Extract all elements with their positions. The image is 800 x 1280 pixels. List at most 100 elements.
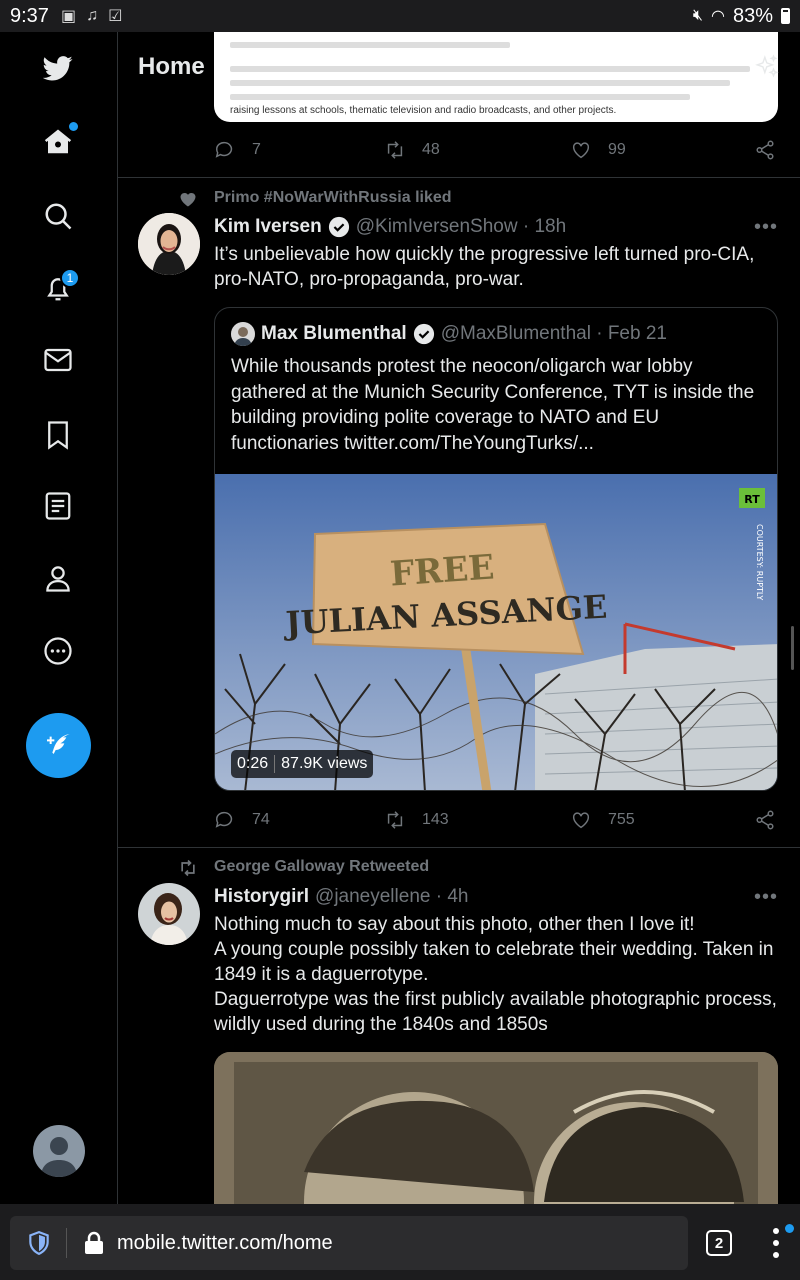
url-text[interactable]: mobile.twitter.com/home — [117, 1232, 333, 1255]
tweet-text-line: A young couple possibly taken to celebra… — [214, 939, 774, 985]
liked-heart-icon — [180, 193, 196, 207]
lists-icon — [45, 492, 71, 520]
sidebar-item-home[interactable] — [34, 118, 82, 166]
divider — [118, 177, 800, 178]
share-button[interactable] — [754, 809, 776, 831]
twitter-logo-icon[interactable] — [34, 44, 82, 92]
timeline: raising lessons at schools, thematic tel… — [118, 32, 800, 1204]
download-check-icon: ☑ — [108, 8, 123, 25]
share-button[interactable] — [754, 139, 776, 161]
author-handle-time[interactable]: @janeyellene · 4h — [315, 886, 468, 908]
tweet-text-line: Daguerrotype was the first publicly avai… — [214, 989, 777, 1035]
account-avatar[interactable] — [33, 1125, 85, 1177]
retweet-button[interactable]: 48 — [384, 139, 440, 161]
reply-count: 74 — [252, 811, 270, 828]
mail-icon — [44, 348, 72, 372]
social-context[interactable]: George Galloway Retweeted — [214, 858, 429, 876]
retweet-count: 48 — [422, 141, 440, 158]
author-name[interactable]: Historygirl — [214, 886, 309, 908]
battery-level: 83% — [732, 4, 773, 27]
share-icon — [756, 810, 774, 830]
tweet-header: Kim Iversen @KimIversenShow · 18h — [214, 216, 566, 238]
like-count: 755 — [608, 811, 635, 828]
video-player[interactable]: FREE JULIAN ASSANGE RT COURTESY: RUPTLY … — [215, 474, 777, 790]
reply-button[interactable]: 7 — [214, 139, 261, 161]
browser-menu-button[interactable] — [766, 1228, 786, 1258]
notifications-badge: 1 — [60, 268, 80, 288]
sidebar-item-lists[interactable] — [34, 482, 82, 530]
sidebar-item-profile[interactable] — [34, 554, 82, 602]
sidebar-item-bookmarks[interactable] — [34, 411, 82, 459]
wifi-icon: ◠ — [711, 8, 725, 25]
more-circle-icon — [44, 637, 72, 665]
tweet-more-options-icon[interactable]: ••• — [754, 886, 778, 909]
max-blumenthal-avatar — [231, 322, 255, 346]
sidebar-nav: 1 — [0, 32, 118, 1204]
quoted-tweet[interactable]: Max Blumenthal @MaxBlumenthal · Feb 21 W… — [214, 307, 778, 791]
like-count: 99 — [608, 141, 626, 158]
verified-badge-icon — [413, 323, 434, 345]
compose-feather-icon — [46, 733, 70, 754]
reply-button[interactable]: 74 — [214, 809, 270, 831]
address-bar[interactable]: mobile.twitter.com/home — [10, 1216, 688, 1270]
author-handle-time[interactable]: @KimIversenShow · 18h — [356, 216, 566, 238]
sidebar-item-more[interactable] — [34, 627, 82, 675]
author-name[interactable]: Kim Iversen — [214, 216, 322, 238]
retweet-count: 143 — [422, 811, 449, 828]
sparkle-icon[interactable] — [754, 54, 780, 80]
social-context[interactable]: Primo #NoWarWithRussia liked — [214, 189, 452, 207]
tweet-more-options-icon[interactable]: ••• — [754, 216, 778, 239]
home-icon — [44, 129, 72, 154]
profile-icon — [46, 566, 70, 592]
retweet-icon — [387, 141, 403, 159]
separator — [66, 1228, 67, 1258]
sidebar-item-notifications[interactable]: 1 — [34, 264, 82, 312]
sign-text-line1: FREE — [389, 547, 496, 594]
sidebar-item-messages[interactable] — [34, 336, 82, 384]
rt-logo: RT — [744, 493, 760, 506]
kim-iversen-avatar[interactable] — [138, 213, 200, 275]
tweet-text: It’s unbelievable how quickly the progre… — [214, 244, 755, 290]
browser-toolbar: mobile.twitter.com/home 2 — [0, 1204, 800, 1280]
like-button[interactable]: 755 — [570, 809, 635, 831]
courtesy-label: COURTESY: RUPTLY — [755, 524, 764, 600]
quoted-author-name: Max Blumenthal — [261, 323, 407, 344]
divider — [118, 847, 800, 848]
quoted-tweet-header: Max Blumenthal @MaxBlumenthal · Feb 21 — [231, 322, 667, 346]
status-time: 9:37 — [10, 4, 49, 27]
shield-icon[interactable] — [26, 1230, 52, 1256]
bookmark-icon — [48, 421, 68, 450]
sidebar-item-explore[interactable] — [34, 192, 82, 240]
retweet-button[interactable]: 143 — [384, 809, 449, 831]
heart-icon — [572, 812, 590, 829]
like-button[interactable]: 99 — [570, 139, 626, 161]
quoted-tweet-text: While thousands protest the neocon/oliga… — [231, 356, 755, 454]
video-thumbnail: FREE JULIAN ASSANGE RT COURTESY: RUPTLY — [215, 474, 777, 790]
retweeted-icon — [181, 859, 195, 877]
menu-update-dot — [785, 1224, 794, 1233]
status-bar: 9:37 ▣ ♫ ☑ 🔇︎ ◠ 83% — [0, 0, 800, 32]
reply-count: 7 — [252, 141, 261, 158]
tabs-button[interactable]: 2 — [706, 1230, 732, 1256]
video-duration: 0:26 — [237, 755, 269, 772]
mute-icon: 🔇︎ — [692, 7, 703, 24]
share-icon — [756, 140, 774, 160]
reply-icon — [215, 141, 233, 158]
scrollbar[interactable] — [791, 626, 794, 670]
video-info: 0:26 87.9K views — [231, 750, 374, 778]
gallery-icon: ▣ — [60, 8, 77, 25]
tweet-actions: 74 143 755 — [214, 805, 778, 835]
battery-icon — [781, 8, 790, 24]
video-views: 87.9K views — [281, 755, 368, 772]
historygirl-avatar[interactable] — [138, 883, 200, 945]
verified-badge-icon — [328, 216, 349, 238]
tweet-header: Historygirl @janeyellene · 4h — [214, 886, 468, 908]
daguerreotype-image — [214, 1052, 778, 1204]
top-header: Home — [118, 32, 800, 102]
card-text: raising lessons at schools, thematic tel… — [230, 105, 617, 116]
tweet-photo[interactable] — [214, 1052, 778, 1204]
retweet-icon — [387, 811, 403, 829]
previous-tweet-actions: 7 48 99 — [214, 135, 778, 165]
compose-tweet-button[interactable] — [26, 713, 91, 778]
tweet-text: Nothing much to say about this photo, ot… — [214, 912, 784, 1037]
